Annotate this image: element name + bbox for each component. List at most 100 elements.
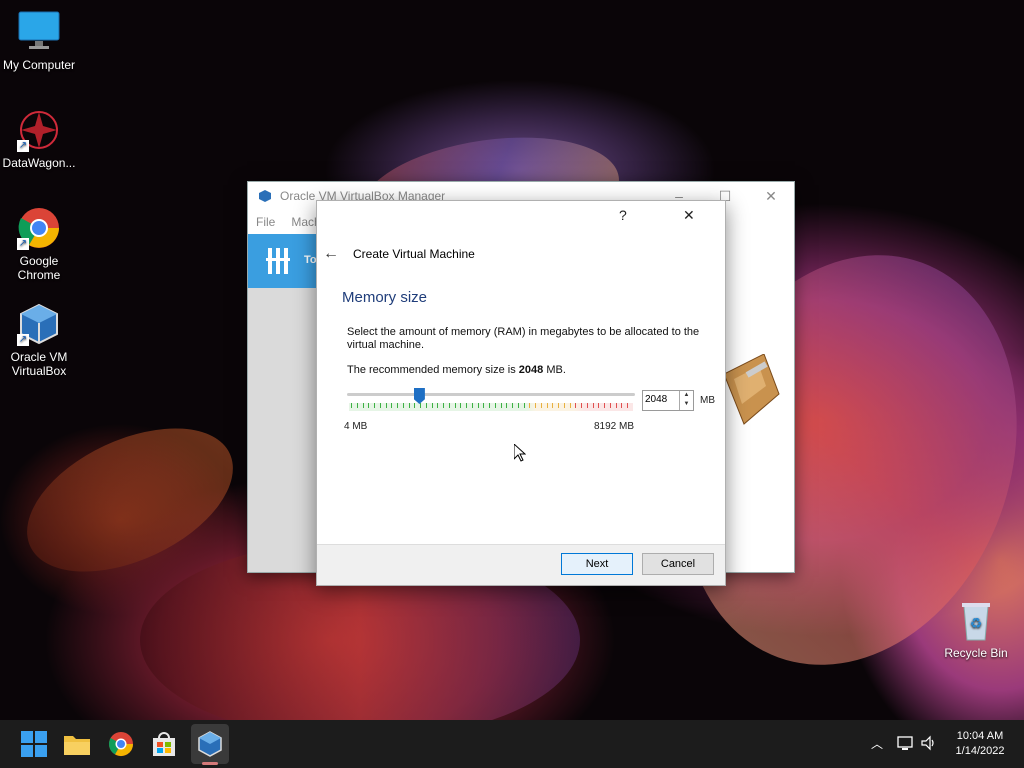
desktop-icon-datawagon[interactable]: ↗ DataWagon... bbox=[1, 108, 77, 170]
slider-tick bbox=[414, 403, 415, 408]
slider-tick bbox=[455, 403, 456, 408]
slider-max-label: 8192 MB bbox=[594, 421, 635, 432]
store-icon[interactable] bbox=[148, 728, 180, 760]
chevron-up-icon[interactable]: ︿ bbox=[871, 735, 883, 752]
toolbox-illustration-icon bbox=[724, 354, 780, 425]
recommended-value: 2048 bbox=[518, 364, 544, 376]
volume-icon[interactable] bbox=[920, 734, 938, 752]
slider-tick bbox=[478, 403, 479, 408]
slider-tick bbox=[598, 403, 599, 408]
memory-slider[interactable] bbox=[347, 388, 635, 419]
memory-unit: MB bbox=[700, 395, 715, 406]
slider-tick bbox=[483, 403, 484, 408]
slider-tick bbox=[558, 403, 559, 408]
desktop-icon-label: DataWagon... bbox=[2, 156, 76, 170]
shortcut-arrow-icon: ↗ bbox=[17, 140, 29, 152]
slider-tick bbox=[575, 403, 576, 408]
slider-tick bbox=[529, 403, 530, 408]
slider-tick bbox=[437, 403, 438, 408]
desktop-icon-label: Recycle Bin bbox=[944, 646, 1008, 660]
create-vm-dialog: ? ✕ ← Create Virtual Machine Memory size… bbox=[316, 200, 726, 586]
spin-buttons: ▲ ▼ bbox=[679, 391, 693, 410]
slider-thumb[interactable] bbox=[413, 388, 425, 404]
slider-tick bbox=[357, 403, 358, 408]
desktop-icon-google-chrome[interactable]: ↗ Google Chrome bbox=[1, 206, 77, 282]
tools-label: To bbox=[304, 254, 317, 266]
slider-ticks bbox=[347, 403, 635, 411]
spin-up-icon[interactable]: ▲ bbox=[680, 391, 693, 400]
slider-tick bbox=[621, 403, 622, 408]
slider-tick bbox=[351, 403, 352, 408]
chrome-icon[interactable] bbox=[105, 728, 137, 760]
recommended-suffix: MB. bbox=[543, 364, 566, 376]
help-button[interactable]: ? bbox=[619, 207, 627, 223]
slider-tick bbox=[616, 403, 617, 408]
slider-tick bbox=[432, 403, 433, 408]
slider-min-label: 4 MB bbox=[344, 421, 368, 432]
file-explorer-icon[interactable] bbox=[61, 728, 93, 760]
clock-date: 1/14/2022 bbox=[955, 745, 1005, 757]
slider-tick bbox=[409, 403, 410, 408]
slider-track[interactable] bbox=[347, 393, 635, 396]
cancel-button[interactable]: Cancel bbox=[642, 553, 714, 575]
slider-tick bbox=[604, 403, 605, 408]
back-arrow-icon[interactable]: ← bbox=[323, 245, 343, 263]
shortcut-arrow-icon: ↗ bbox=[17, 238, 29, 250]
tools-item[interactable]: To bbox=[248, 234, 318, 288]
active-indicator bbox=[202, 762, 218, 765]
slider-tick bbox=[518, 403, 519, 408]
slider-tick bbox=[426, 403, 427, 408]
close-button[interactable]: ✕ bbox=[748, 182, 794, 210]
memory-input[interactable] bbox=[643, 391, 675, 408]
page-heading: Memory size bbox=[342, 289, 428, 306]
close-dialog-button[interactable]: ✕ bbox=[683, 207, 695, 224]
spin-down-icon[interactable]: ▼ bbox=[680, 400, 693, 409]
start-icon[interactable] bbox=[18, 728, 50, 760]
desktop-icon-virtualbox[interactable]: ↗ Oracle VM VirtualBox bbox=[1, 302, 77, 378]
svg-text:♻: ♻ bbox=[970, 616, 983, 632]
slider-tick bbox=[593, 403, 594, 408]
slider-tick bbox=[587, 403, 588, 408]
system-clock[interactable]: 10:04 AM 1/14/2022 bbox=[940, 729, 1020, 759]
recycle-bin-icon: ♻ bbox=[954, 598, 998, 642]
slider-tick bbox=[524, 403, 525, 408]
tools-icon bbox=[266, 248, 290, 274]
next-button[interactable]: Next bbox=[561, 553, 633, 575]
dialog-title: Create Virtual Machine bbox=[353, 247, 475, 261]
slider-tick bbox=[449, 403, 450, 408]
slider-tick bbox=[443, 403, 444, 408]
slider-tick bbox=[460, 403, 461, 408]
desktop-icon-my-computer[interactable]: My Computer bbox=[1, 10, 77, 72]
manager-sidebar bbox=[248, 288, 318, 572]
menu-file[interactable]: File bbox=[248, 215, 283, 229]
memory-description: Select the amount of memory (RAM) in meg… bbox=[347, 326, 700, 351]
slider-tick bbox=[581, 403, 582, 408]
mouse-cursor-icon bbox=[514, 444, 526, 462]
desktop-icon-recycle-bin[interactable]: ♻ Recycle Bin bbox=[938, 598, 1014, 660]
slider-tick bbox=[472, 403, 473, 408]
slider-tick bbox=[547, 403, 548, 408]
slider-tick bbox=[397, 403, 398, 408]
monitor-icon bbox=[17, 10, 61, 54]
slider-tick bbox=[552, 403, 553, 408]
slider-tick bbox=[564, 403, 565, 408]
virtualbox-icon bbox=[259, 190, 271, 202]
shortcut-arrow-icon: ↗ bbox=[17, 334, 29, 346]
slider-tick bbox=[420, 403, 421, 408]
virtualbox-icon[interactable] bbox=[194, 728, 226, 760]
slider-tick bbox=[466, 403, 467, 408]
recommended-prefix: The recommended memory size is bbox=[347, 364, 519, 376]
slider-tick bbox=[495, 403, 496, 408]
slider-tick bbox=[541, 403, 542, 408]
network-icon[interactable] bbox=[896, 734, 914, 752]
virtualbox-icon: ↗ bbox=[17, 302, 61, 346]
slider-tick bbox=[627, 403, 628, 408]
slider-tick bbox=[610, 403, 611, 408]
recommended-memory-text: The recommended memory size is 2048 MB. bbox=[347, 364, 566, 376]
manager-welcome-pane bbox=[724, 234, 794, 572]
chrome-icon: ↗ bbox=[17, 206, 61, 250]
desktop-icon-label: Oracle VM VirtualBox bbox=[10, 350, 68, 378]
clock-time: 10:04 AM bbox=[956, 730, 1004, 742]
memory-spinbox[interactable]: ▲ ▼ bbox=[642, 390, 694, 411]
slider-tick bbox=[512, 403, 513, 408]
